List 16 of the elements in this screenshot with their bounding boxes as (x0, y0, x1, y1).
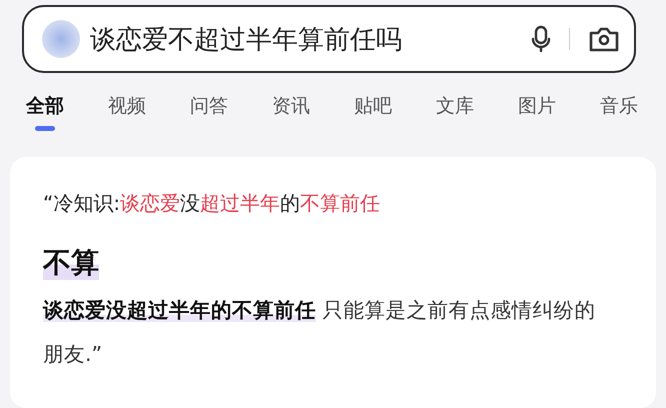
microphone-icon[interactable] (531, 25, 551, 53)
result-title[interactable]: “冷知识:谈恋爱没超过半年的不算前任 (43, 190, 630, 217)
search-field[interactable]: 谈恋爱不超过半年算前任吗 (22, 5, 636, 73)
tab[interactable]: 视频 (108, 93, 146, 135)
tab[interactable]: 问答 (190, 93, 228, 135)
search-query: 谈恋爱不超过半年算前任吗 (90, 24, 403, 56)
tab[interactable]: 贴吧 (354, 93, 392, 135)
tab[interactable]: 音乐 (600, 93, 638, 135)
tab[interactable]: 全部 (26, 93, 64, 135)
result-text: 谈恋爱没超过半年的不算前任 只能算是之前有点感情纠纷的朋友.” (43, 296, 597, 368)
tab[interactable]: 文库 (436, 93, 474, 135)
tab[interactable]: 图片 (518, 93, 556, 135)
tab[interactable]: 资讯 (272, 93, 310, 135)
logo-icon (42, 20, 80, 58)
answer-heading: 不算 (43, 246, 99, 280)
camera-icon[interactable] (588, 25, 620, 53)
